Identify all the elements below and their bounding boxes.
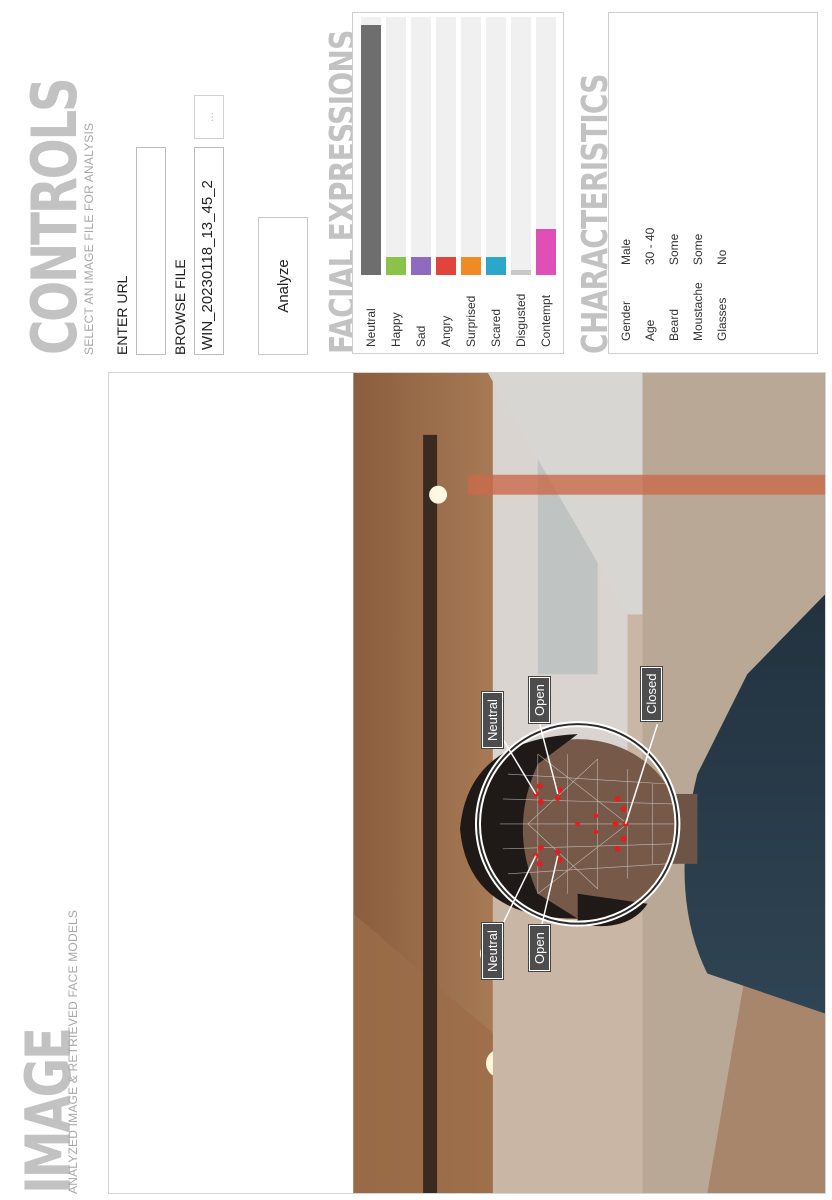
expression-bar-track	[436, 17, 456, 275]
expression-bar	[411, 256, 431, 275]
characteristic-row: Gender Male	[619, 239, 633, 341]
expression-bar-track	[386, 17, 406, 275]
characteristic-value: Some	[667, 233, 681, 265]
expression-bar-track	[411, 17, 431, 275]
expression-label: Happy	[389, 312, 403, 347]
eye-right-tag: Open	[528, 675, 551, 726]
expression-bar	[386, 256, 406, 275]
characteristic-value: 30 - 40	[643, 227, 657, 265]
characteristic-row: Beard Some	[667, 234, 681, 341]
browse-file-button[interactable]: ...	[194, 95, 224, 139]
expression-bar	[461, 256, 481, 275]
facial-expressions-panel: Neutral Happy Sad Angry Surprised Scared Disgu…	[352, 12, 564, 354]
analyzed-image-frame: Neutral Neutral Open Open Closed	[108, 372, 826, 1194]
characteristic-row: Age 30 - 40	[643, 228, 657, 341]
expression-label: Neutral	[364, 308, 378, 347]
characteristic-row: Glasses No	[715, 250, 729, 341]
expression-bar	[536, 228, 556, 275]
expression-label: Surprised	[464, 295, 478, 347]
eye-left-tag: Open	[528, 923, 551, 974]
characteristic-key: Gender	[619, 300, 633, 341]
expression-bar	[486, 256, 506, 275]
expression-label: Sad	[414, 325, 428, 347]
analyze-button[interactable]: Analyze	[258, 217, 308, 355]
characteristic-key: Glasses	[715, 297, 729, 341]
expression-bar-track	[361, 17, 381, 275]
expression-label: Disgusted	[514, 293, 528, 347]
characteristic-row: Moustache Some	[691, 234, 705, 341]
eyebrow-right-tag: Neutral	[481, 689, 504, 751]
expression-label: Scared	[489, 308, 503, 347]
expression-bar-track	[511, 17, 531, 275]
app-canvas: IMAGE ANALYZED IMAGE & RETRIEVED FACE MO…	[0, 0, 832, 1200]
characteristic-key: Moustache	[691, 282, 705, 341]
characteristic-value: Male	[619, 238, 633, 265]
characteristic-key: Age	[643, 319, 657, 341]
controls-title: CONTROLS	[18, 79, 91, 355]
characteristics-panel: Gender Male Age 30 - 40 Beard Some Moustache So…	[608, 12, 818, 354]
expression-bar-track	[536, 17, 556, 275]
analyzed-photo	[109, 373, 825, 1193]
browse-file-label: BROWSE FILE	[172, 259, 188, 355]
file-path-input[interactable]: WIN_20230118_13_45_2	[194, 147, 224, 355]
url-input[interactable]	[136, 147, 166, 355]
expression-bar-track	[461, 17, 481, 275]
expression-bar-track	[486, 17, 506, 275]
enter-url-label: ENTER URL	[114, 275, 130, 355]
controls-subtitle: SELECT AN IMAGE FILE FOR ANALYSIS	[82, 122, 96, 355]
expression-bar	[511, 269, 531, 275]
expression-bar	[436, 256, 456, 275]
mouth-tag: Closed	[640, 663, 663, 724]
characteristic-key: Beard	[667, 308, 681, 341]
expression-label: Contempt	[539, 294, 553, 347]
expression-bar	[361, 24, 381, 275]
characteristic-value: No	[715, 249, 729, 265]
image-section-subtitle: ANALYZED IMAGE & RETRIEVED FACE MODELS	[66, 909, 80, 1194]
expression-label: Angry	[439, 315, 453, 347]
eyebrow-left-tag: Neutral	[481, 920, 504, 982]
characteristic-value: Some	[691, 233, 705, 265]
